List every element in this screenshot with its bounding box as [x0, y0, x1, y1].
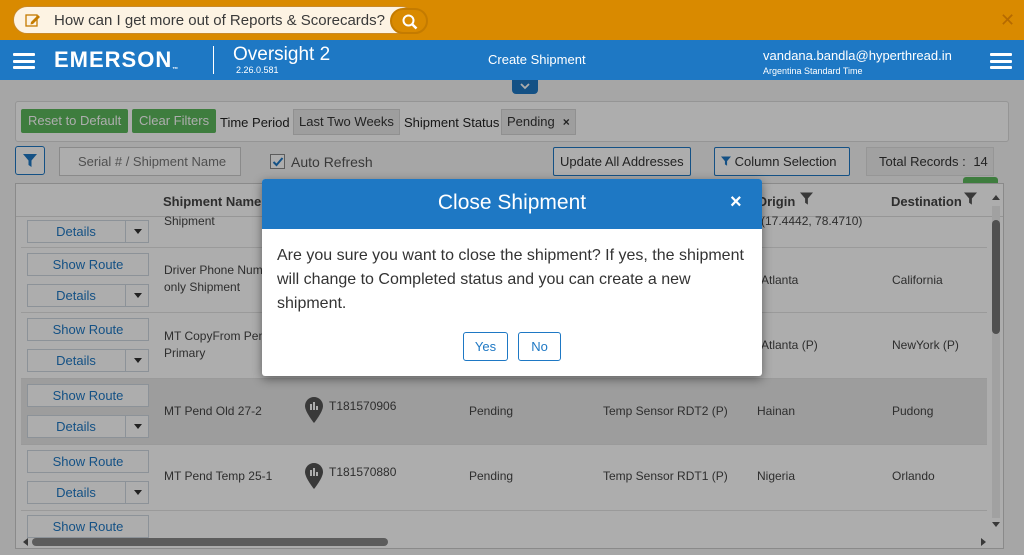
no-button[interactable]: No	[518, 332, 561, 361]
user-timezone: Argentina Standard Time	[763, 66, 863, 76]
app-version: 2.26.0.581	[236, 65, 279, 75]
menu-icon[interactable]	[13, 53, 35, 69]
help-search-bar: How can I get more out of Reports & Scor…	[0, 0, 1024, 40]
dialog-header: Close Shipment ×	[262, 179, 762, 229]
search-icon	[402, 14, 418, 30]
edit-icon	[25, 14, 40, 27]
close-icon[interactable]: ×	[730, 192, 742, 212]
app-name: Oversight 2	[233, 44, 331, 65]
user-email[interactable]: vandana.bandla@hyperthread.in	[763, 48, 952, 63]
help-search-placeholder: How can I get more out of Reports & Scor…	[54, 12, 385, 29]
app-header: EMERSON™ Oversight 2 2.26.0.581 Create S…	[0, 40, 1024, 80]
header-divider	[213, 46, 214, 74]
dialog-title: Close Shipment	[437, 191, 587, 214]
close-shipment-dialog: Close Shipment × Are you sure you want t…	[262, 179, 762, 376]
help-search-field[interactable]: How can I get more out of Reports & Scor…	[13, 6, 428, 34]
help-search-button[interactable]	[390, 8, 428, 34]
close-icon[interactable]: ✕	[1000, 11, 1016, 29]
dialog-message: Are you sure you want to close the shipm…	[277, 247, 744, 312]
page-title: Create Shipment	[488, 52, 586, 67]
user-menu-icon[interactable]	[990, 53, 1012, 69]
emerson-logo: EMERSON™	[54, 47, 180, 73]
yes-button[interactable]: Yes	[463, 332, 508, 361]
